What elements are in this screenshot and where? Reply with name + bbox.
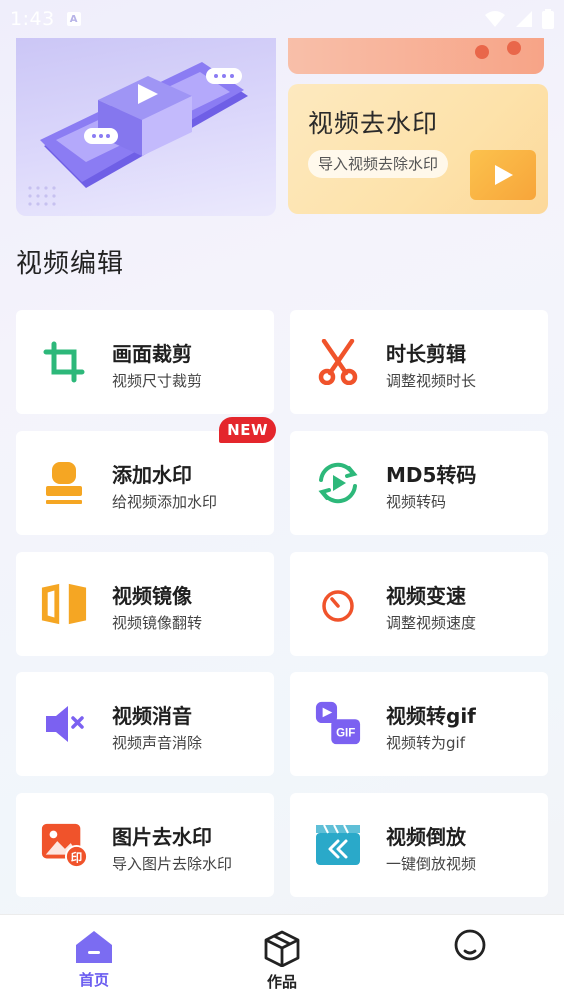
status-time: 1:43 (10, 8, 55, 30)
play-icon (470, 150, 536, 200)
tool-title: 视频镜像 (112, 584, 192, 608)
tool-title: 视频变速 (386, 584, 466, 608)
tool-title: 图片去水印 (112, 825, 212, 849)
music-note-icon (475, 41, 521, 59)
signal-icon (516, 11, 532, 27)
profile-icon (454, 929, 486, 961)
gif-icon: GIF (314, 700, 362, 748)
image-watermark-icon: 印 (40, 821, 88, 869)
speed-icon (314, 580, 362, 628)
banner-video-illustration[interactable] (16, 38, 276, 216)
crop-icon (40, 338, 88, 386)
tool-subtitle: 视频声音消除 (112, 734, 203, 752)
tool-title: 视频转gif (386, 704, 476, 728)
new-badge: NEW (219, 417, 276, 443)
tool-subtitle: 给视频添加水印 (112, 493, 218, 511)
tool-card-image-watermark[interactable]: 印 图片去水印 导入图片去除水印 (16, 793, 274, 897)
tool-card-mirror[interactable]: 视频镜像 视频镜像翻转 (16, 552, 274, 656)
mute-icon (40, 700, 88, 748)
tool-subtitle: 调整视频时长 (386, 372, 477, 390)
banner-video-watermark[interactable]: 视频去水印 导入视频去除水印 (288, 84, 548, 214)
tool-card-gif[interactable]: GIF 视频转gif 视频转为gif (290, 672, 548, 776)
box-icon (264, 930, 300, 967)
tool-card-speed[interactable]: 视频变速 调整视频速度 (290, 552, 548, 656)
nav-profile[interactable] (430, 929, 510, 999)
tool-card-trim[interactable]: 时长剪辑 调整视频时长 (290, 310, 548, 414)
wifi-icon (485, 11, 505, 27)
tool-card-reverse[interactable]: 视频倒放 一键倒放视频 (290, 793, 548, 897)
tool-subtitle: 视频转为gif (386, 734, 465, 752)
scissors-icon (314, 338, 362, 386)
tool-subtitle: 调整视频速度 (386, 614, 477, 632)
tool-card-md5[interactable]: MD5转码 视频转码 (290, 431, 548, 535)
tool-title: 视频消音 (112, 704, 192, 728)
tool-title: MD5转码 (386, 463, 477, 487)
svg-text:GIF: GIF (336, 727, 355, 739)
battery-icon (542, 9, 554, 29)
banner-title: 视频去水印 (308, 109, 439, 138)
bottom-nav: 首页 作品 (0, 914, 564, 1004)
tool-title: 画面裁剪 (112, 342, 192, 366)
phone-illustration-icon (28, 62, 248, 206)
nav-label: 作品 (266, 973, 297, 991)
stamp-icon (40, 459, 88, 507)
status-bar: 1:43 A (0, 0, 564, 38)
banner-subtitle: 导入视频去除水印 (308, 150, 449, 178)
tool-card-add-watermark[interactable]: NEW 添加水印 给视频添加水印 (16, 417, 276, 535)
tool-subtitle: 一键倒放视频 (386, 855, 477, 873)
notification-badge-icon: A (66, 12, 81, 26)
tool-subtitle: 视频转码 (386, 493, 447, 511)
svg-text:印: 印 (71, 850, 83, 864)
tool-subtitle: 视频镜像翻转 (112, 614, 203, 632)
tool-subtitle: 导入图片去除水印 (112, 855, 233, 873)
transcode-icon (314, 459, 362, 507)
tool-title: 时长剪辑 (386, 342, 466, 366)
mirror-icon (40, 580, 88, 628)
tool-subtitle: 视频尺寸裁剪 (112, 372, 203, 390)
rewind-icon (314, 821, 362, 869)
tool-title: 添加水印 (112, 463, 192, 487)
tool-title: 视频倒放 (386, 825, 466, 849)
nav-works[interactable]: 作品 (242, 929, 322, 999)
status-indicators (484, 9, 554, 29)
section-title: 视频编辑 (16, 249, 125, 279)
tool-card-crop[interactable]: 画面裁剪 视频尺寸裁剪 (16, 310, 274, 414)
nav-label: 首页 (78, 971, 109, 989)
tool-card-mute[interactable]: 视频消音 视频声音消除 (16, 672, 274, 776)
nav-home[interactable]: 首页 (54, 929, 134, 999)
banner-audio[interactable] (288, 38, 544, 74)
home-icon (76, 931, 112, 963)
